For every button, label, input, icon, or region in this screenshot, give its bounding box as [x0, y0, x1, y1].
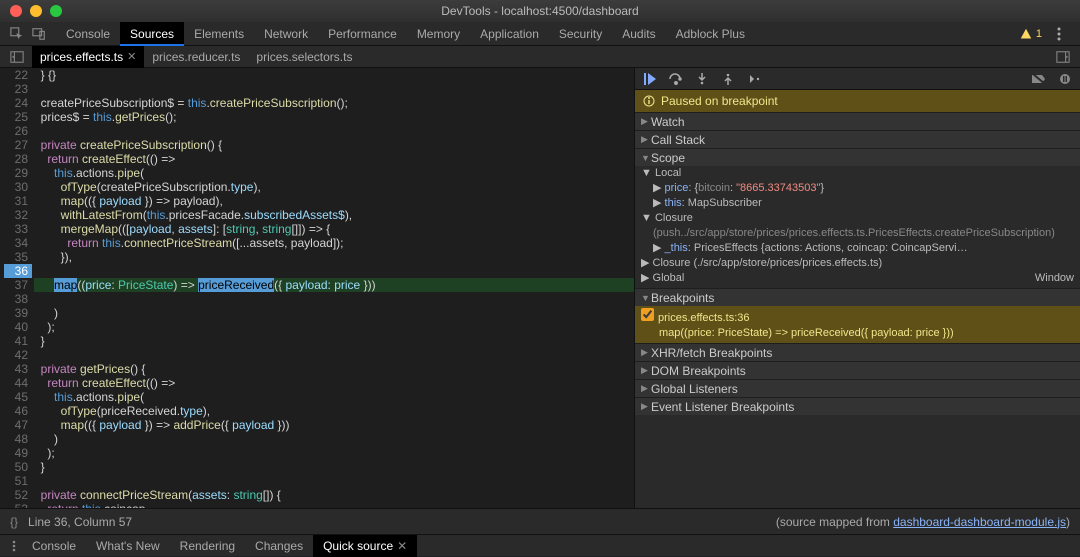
chevron-right-icon: ▶	[641, 383, 651, 394]
file-tabs: prices.effects.ts ✕ prices.reducer.ts pr…	[32, 46, 1052, 68]
filetab-prices-selectors[interactable]: prices.selectors.ts	[248, 46, 360, 68]
more-menu-icon[interactable]	[1048, 23, 1070, 45]
chevron-right-icon: ▶	[641, 116, 651, 127]
evt-pane-header[interactable]: ▶Event Listener Breakpoints	[635, 397, 1080, 415]
dom-bp-pane-header[interactable]: ▶DOM Breakpoints	[635, 361, 1080, 379]
scope-closure-loc: (push../src/app/store/prices/prices.effe…	[641, 226, 1074, 241]
close-icon[interactable]: ✕	[127, 46, 136, 68]
chevron-right-icon: ▶	[641, 401, 651, 412]
watch-pane-header[interactable]: ▶Watch	[635, 112, 1080, 130]
scope-closure-1[interactable]: ▼ Closure	[641, 211, 1074, 226]
chevron-down-icon: ▼	[641, 293, 651, 303]
scope-pane-header[interactable]: ▼Scope	[635, 148, 1080, 166]
main-tabs: Console Sources Elements Network Perform…	[56, 22, 1020, 46]
close-window-button[interactable]	[10, 5, 22, 17]
maximize-window-button[interactable]	[50, 5, 62, 17]
tab-elements[interactable]: Elements	[184, 22, 254, 46]
breakpoint-entry[interactable]: prices.effects.ts:36 map((price: PriceSt…	[635, 306, 1080, 343]
filetab-prices-effects[interactable]: prices.effects.ts ✕	[32, 46, 144, 68]
scope-global[interactable]: ▶ GlobalWindow	[641, 271, 1074, 286]
debugger-sidebar: Paused on breakpoint ▶Watch ▶Call Stack …	[634, 68, 1080, 508]
tab-sources[interactable]: Sources	[120, 22, 184, 46]
step-into-icon[interactable]	[695, 72, 709, 86]
pause-exceptions-icon[interactable]	[1058, 72, 1072, 86]
debugger-toggle-icon[interactable]	[1052, 46, 1074, 68]
debugger-controls	[635, 68, 1080, 90]
paused-banner: Paused on breakpoint	[635, 90, 1080, 112]
more-menu-icon[interactable]	[6, 540, 22, 552]
xhr-pane-header[interactable]: ▶XHR/fetch Breakpoints	[635, 343, 1080, 361]
drawer-tab-changes[interactable]: Changes	[245, 535, 313, 557]
cursor-position: Line 36, Column 57	[28, 515, 776, 529]
close-icon[interactable]: ✕	[397, 535, 407, 557]
breakpoint-checkbox[interactable]	[641, 308, 654, 321]
tab-console[interactable]: Console	[56, 22, 120, 46]
drawer-tab-whatsnew[interactable]: What's New	[86, 535, 170, 557]
scope-var-_this[interactable]: ▶ _this: PricesEffects {actions: Actions…	[641, 241, 1074, 256]
filetab-prices-reducer[interactable]: prices.reducer.ts	[144, 46, 248, 68]
tab-memory[interactable]: Memory	[407, 22, 470, 46]
callstack-pane-header[interactable]: ▶Call Stack	[635, 130, 1080, 148]
breakpoint-expr: map((price: PriceState) => priceReceived…	[641, 326, 1074, 341]
step-out-icon[interactable]	[721, 72, 735, 86]
tab-network[interactable]: Network	[254, 22, 318, 46]
chevron-right-icon: ▶	[641, 134, 651, 145]
tab-adblock[interactable]: Adblock Plus	[666, 22, 755, 46]
code-editor[interactable]: 2223242526272829303132333435363738394041…	[0, 68, 634, 508]
resume-icon[interactable]	[643, 72, 657, 86]
chevron-down-icon: ▼	[641, 153, 651, 163]
status-bar: {} Line 36, Column 57 (source mapped fro…	[0, 508, 1080, 534]
scope-closure-2[interactable]: ▶ Closure (./src/app/store/prices/prices…	[641, 256, 1074, 271]
scope-local[interactable]: ▼ Local	[641, 166, 1074, 181]
chevron-right-icon: ▶	[641, 365, 651, 376]
source-map-link[interactable]: dashboard-dashboard-module.js	[893, 515, 1066, 529]
tab-performance[interactable]: Performance	[318, 22, 407, 46]
window-title: DevTools - localhost:4500/dashboard	[0, 4, 1080, 18]
devtools-tabbar: Console Sources Elements Network Perform…	[0, 22, 1080, 46]
scope-body: ▼ Local ▶ price: {bitcoin: "8665.3374350…	[635, 166, 1080, 288]
device-toggle-icon[interactable]	[28, 23, 50, 45]
line-gutter[interactable]: 2223242526272829303132333435363738394041…	[0, 68, 34, 508]
drawer-tab-console[interactable]: Console	[22, 535, 86, 557]
code-content[interactable]: } {} createPriceSubscription$ = this.cre…	[34, 68, 634, 508]
drawer-tab-rendering[interactable]: Rendering	[170, 535, 245, 557]
breakpoints-pane-header[interactable]: ▼Breakpoints	[635, 288, 1080, 306]
chevron-right-icon: ▶	[641, 347, 651, 358]
scope-var-price[interactable]: ▶ price: {bitcoin: "8665.33743503"}	[641, 181, 1074, 196]
window-controls	[10, 5, 62, 17]
tab-audits[interactable]: Audits	[612, 22, 665, 46]
info-icon	[643, 95, 655, 107]
inspect-element-icon[interactable]	[6, 23, 28, 45]
braces-icon[interactable]: {}	[10, 515, 18, 529]
step-icon[interactable]	[747, 72, 761, 86]
tab-security[interactable]: Security	[549, 22, 612, 46]
minimize-window-button[interactable]	[30, 5, 42, 17]
tab-application[interactable]: Application	[470, 22, 549, 46]
navigator-toggle-icon[interactable]	[6, 46, 28, 68]
source-mapped: (source mapped from dashboard-dashboard-…	[776, 515, 1070, 529]
warnings-badge[interactable]: 1	[1020, 28, 1042, 40]
listeners-pane-header[interactable]: ▶Global Listeners	[635, 379, 1080, 397]
step-over-icon[interactable]	[669, 72, 683, 86]
drawer-tab-quicksource[interactable]: Quick source ✕	[313, 535, 417, 557]
drawer-tabbar: Console What's New Rendering Changes Qui…	[0, 534, 1080, 556]
file-tabbar: prices.effects.ts ✕ prices.reducer.ts pr…	[0, 46, 1080, 68]
deactivate-breakpoints-icon[interactable]	[1032, 72, 1046, 86]
window-titlebar: DevTools - localhost:4500/dashboard	[0, 0, 1080, 22]
scope-var-this[interactable]: ▶ this: MapSubscriber	[641, 196, 1074, 211]
